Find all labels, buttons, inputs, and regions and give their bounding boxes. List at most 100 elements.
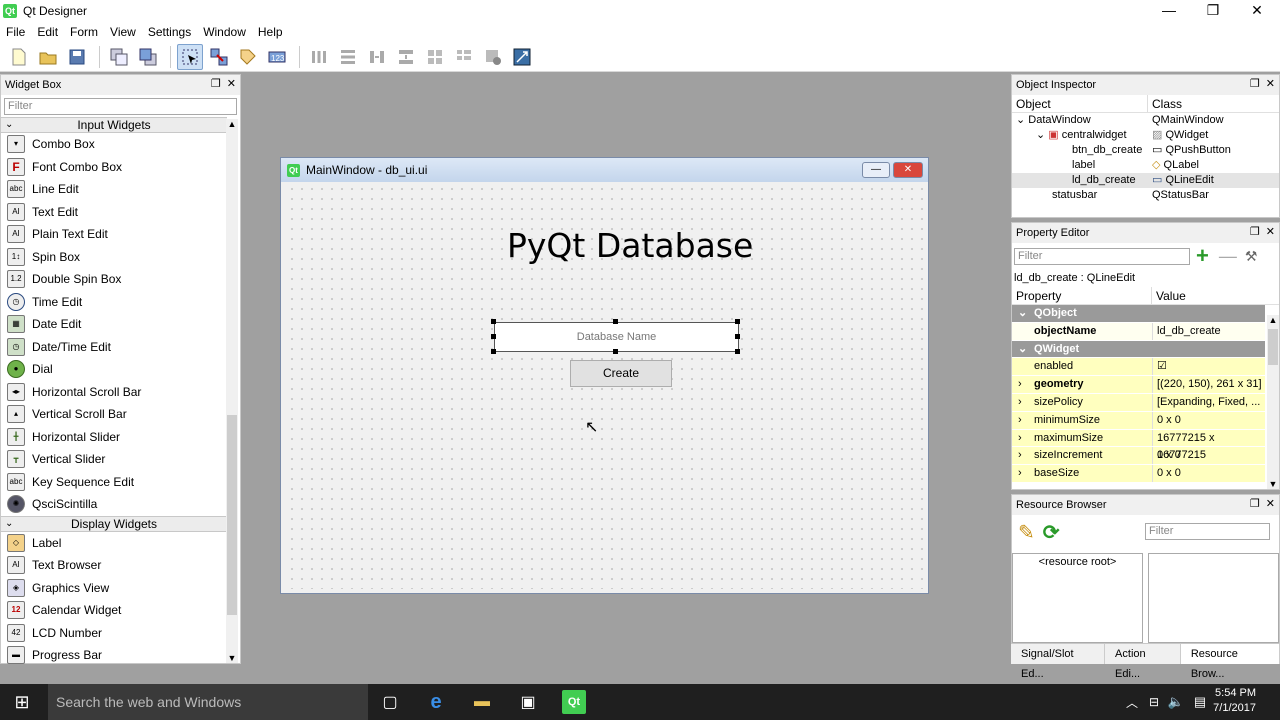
property-filter-input[interactable]: Filter [1014, 247, 1190, 265]
column-class[interactable]: Class [1148, 95, 1182, 112]
create-button[interactable]: Create [570, 360, 672, 387]
taskbar-clock[interactable]: 5:54 PM 7/1/2017 [1213, 686, 1256, 716]
close-icon[interactable]: ✕ [1266, 225, 1275, 238]
property-value[interactable]: 0 x 0 [1152, 411, 1265, 429]
heading-label[interactable]: PyQt Database [507, 226, 753, 265]
selection-handle[interactable] [735, 349, 740, 354]
edit-tab-order-button[interactable]: 123 [264, 44, 290, 70]
save-form-button[interactable] [64, 44, 90, 70]
menu-file[interactable]: File [0, 25, 31, 39]
chevron-right-icon[interactable]: › [1018, 376, 1022, 393]
scroll-up-icon[interactable]: ▲ [1267, 315, 1279, 325]
widget-filter-input[interactable]: Filter [4, 98, 237, 115]
property-row[interactable]: › baseSize 0 x 0 [1012, 465, 1265, 483]
adjust-size-button[interactable] [509, 44, 535, 70]
column-property[interactable]: Property [1012, 287, 1152, 304]
scroll-thumb[interactable] [1268, 329, 1278, 365]
widget-item[interactable]: 42 LCD Number [1, 622, 227, 645]
widget-item[interactable]: ▦ Date Edit [1, 313, 227, 336]
widget-item[interactable]: ▴ Vertical Scroll Bar [1, 403, 227, 426]
category-input-widgets[interactable]: ⌄ Input Widgets [1, 117, 227, 133]
qt-designer-taskbar-icon[interactable]: Qt [562, 690, 586, 714]
widget-item[interactable]: ◂▸ Horizontal Scroll Bar [1, 381, 227, 404]
file-explorer-icon[interactable]: ▬ [470, 690, 494, 714]
float-icon[interactable]: ❐ [1250, 77, 1260, 90]
tab-resource-browser[interactable]: Resource Brow... [1180, 644, 1280, 680]
widget-box-scrollbar[interactable]: ▲ ▼ [226, 119, 238, 663]
widget-item[interactable]: abc Line Edit [1, 178, 227, 201]
edit-signals-slots-button[interactable] [206, 44, 232, 70]
edge-browser-icon[interactable]: e [424, 690, 448, 714]
selection-handle[interactable] [491, 349, 496, 354]
float-icon[interactable]: ❐ [1250, 225, 1260, 238]
widget-item[interactable]: ● Dial [1, 358, 227, 381]
chevron-right-icon[interactable]: › [1018, 412, 1022, 429]
property-scrollbar[interactable]: ▲ ▼ [1267, 315, 1279, 489]
tree-row[interactable]: ⌄ DataWindow QMainWindow [1012, 113, 1279, 128]
column-object[interactable]: Object [1012, 95, 1148, 112]
property-row[interactable]: › sizePolicy [Expanding, Fixed, ... [1012, 393, 1265, 412]
widget-item[interactable]: F Font Combo Box [1, 156, 227, 179]
property-row[interactable]: objectName ld_db_create [1012, 322, 1265, 341]
resource-root-item[interactable]: <resource root> [1039, 556, 1117, 568]
tab-signal-slot-editor[interactable]: Signal/Slot Ed... [1011, 644, 1106, 680]
widget-item[interactable]: ◈ Graphics View [1, 577, 227, 600]
resource-filter-input[interactable]: Filter [1145, 523, 1270, 540]
property-row[interactable]: › geometry [(220, 150), 261 x 31] [1012, 376, 1265, 394]
menu-window[interactable]: Window [197, 25, 252, 39]
taskbar-search-input[interactable]: Search the web and Windows [48, 684, 368, 720]
widget-item[interactable]: ┳ Vertical Slider [1, 448, 227, 471]
property-row[interactable]: › minimumSize 0 x 0 [1012, 411, 1265, 430]
database-name-line-edit[interactable]: Database Name [494, 322, 739, 352]
chevron-right-icon[interactable]: › [1018, 394, 1022, 411]
bring-to-front-button[interactable] [135, 44, 161, 70]
widget-item[interactable]: ✺ QsciScintilla [1, 493, 227, 516]
property-group-row[interactable]: ⌄ QWidget [1012, 340, 1265, 359]
scroll-down-icon[interactable]: ▼ [1267, 479, 1279, 489]
property-group-row[interactable]: ⌄ QObject [1012, 305, 1265, 323]
property-value[interactable]: 0 x 0 [1152, 465, 1265, 482]
maximize-button[interactable]: ❐ [1192, 0, 1234, 22]
edit-widgets-button[interactable] [177, 43, 203, 70]
notifications-icon[interactable]: ▤ [1188, 690, 1212, 714]
layout-v-splitter-button[interactable] [393, 44, 419, 70]
tree-row[interactable]: label ◇ QLabel [1012, 158, 1279, 173]
float-icon[interactable]: ❐ [211, 77, 221, 90]
widget-item[interactable]: abc Key Sequence Edit [1, 471, 227, 494]
selection-handle[interactable] [491, 334, 496, 339]
open-form-button[interactable] [35, 44, 61, 70]
property-value[interactable]: 16777215 x 16777215 [1152, 429, 1265, 461]
selection-handle[interactable] [735, 334, 740, 339]
send-to-back-button[interactable] [106, 44, 132, 70]
property-row[interactable]: enabled ☑ [1012, 358, 1265, 377]
minimize-button[interactable]: — [1148, 0, 1190, 22]
configure-wrench-icon[interactable]: ⚒ [1245, 248, 1258, 265]
tab-action-editor[interactable]: Action Edi... [1105, 644, 1181, 680]
chevron-right-icon[interactable]: › [1018, 430, 1022, 447]
network-icon[interactable]: ⊟ [1142, 690, 1166, 714]
widget-item[interactable]: ▬ Progress Bar [1, 644, 227, 667]
reload-icon[interactable]: ⟳ [1043, 520, 1060, 545]
widget-item[interactable]: AI Text Edit [1, 201, 227, 224]
form-close-button[interactable]: ✕ [893, 162, 923, 178]
layout-form-button[interactable] [451, 44, 477, 70]
menu-view[interactable]: View [104, 25, 142, 39]
form-canvas[interactable]: PyQt Database Database Name Create ↖ [287, 184, 923, 589]
chevron-right-icon[interactable]: › [1018, 465, 1022, 482]
property-value[interactable]: ld_db_create [1152, 322, 1265, 340]
resource-tree[interactable]: <resource root> [1012, 553, 1143, 643]
tree-row[interactable]: btn_db_create ▭ QPushButton [1012, 143, 1279, 158]
chevron-down-icon[interactable]: ⌄ [1018, 341, 1027, 358]
property-value[interactable]: ☑ [1152, 358, 1265, 376]
widget-item[interactable]: 12 Calendar Widget [1, 599, 227, 622]
menu-form[interactable]: Form [64, 25, 104, 39]
add-property-icon[interactable]: + [1196, 243, 1209, 269]
close-icon[interactable]: ✕ [1266, 497, 1275, 510]
edit-pencil-icon[interactable]: ✎ [1018, 520, 1035, 545]
property-row[interactable]: › sizeIncrement 0 x 0 [1012, 447, 1265, 466]
chevron-down-icon[interactable]: ⌄ [1018, 305, 1027, 322]
remove-property-icon[interactable]: — [1219, 246, 1237, 267]
store-icon[interactable]: ▣ [516, 690, 540, 714]
windows-start-icon[interactable]: ⊞ [10, 690, 34, 714]
float-icon[interactable]: ❐ [1250, 497, 1260, 510]
